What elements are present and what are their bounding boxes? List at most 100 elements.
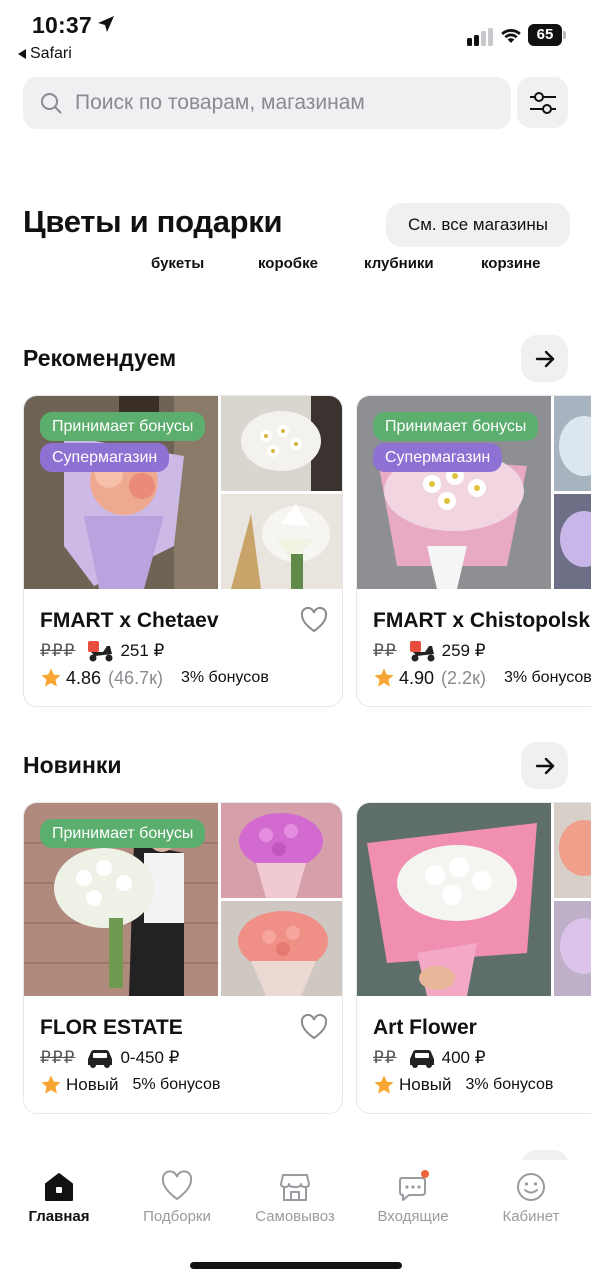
- delivery-price: 259 ₽: [441, 641, 486, 660]
- store-card[interactable]: Принимает бонусы Супермагазин FMART x Ch…: [356, 395, 591, 707]
- battery-nub: [563, 31, 566, 39]
- home-icon: [45, 1173, 73, 1201]
- store-card[interactable]: Art Flower ₽₽ 400 ₽ Новый 3% бонусов: [356, 802, 591, 1114]
- section-title-recommended: Рекомендуем: [23, 345, 177, 371]
- chip-bouquets[interactable]: букеты: [151, 255, 204, 272]
- profile-icon: [517, 1173, 545, 1201]
- favorite-heart-icon[interactable]: [300, 607, 328, 633]
- tab-home[interactable]: Главная: [4, 1170, 114, 1225]
- star-icon: [41, 1075, 61, 1094]
- search-placeholder: Поиск по товарам, магазинам: [75, 91, 365, 114]
- store-rating-row: Новый 5% бонусов: [40, 1073, 220, 1097]
- tab-account[interactable]: Кабинет: [476, 1170, 586, 1225]
- recommended-see-all-button[interactable]: [521, 335, 568, 382]
- chip-strawberries[interactable]: клубники: [364, 255, 434, 272]
- store-rating-row: 4.86 (46.7к) 3% бонусов: [40, 666, 269, 690]
- store-rating-row: 4.90 (2.2к) 3% бонусов: [373, 666, 591, 690]
- tab-collections[interactable]: Подборки: [122, 1170, 232, 1225]
- search-icon: [41, 93, 62, 114]
- rating-value: 4.90: [399, 667, 435, 688]
- price-level: ₽₽: [373, 641, 397, 660]
- wifi-icon: [501, 28, 521, 43]
- arrow-right-icon: [535, 350, 554, 367]
- bonus-percent: 3% бонусов: [503, 669, 591, 686]
- store-photo-side: [554, 494, 591, 589]
- rating-count: (2.2к): [441, 667, 486, 688]
- bonus-percent: 5% бонусов: [132, 1076, 221, 1093]
- delivery-price: 251 ₽: [120, 641, 165, 660]
- price-level: ₽₽: [373, 1048, 397, 1067]
- page-title: Цветы и подарки: [23, 204, 283, 239]
- price-level: ₽₽₽: [40, 641, 76, 660]
- supermarket-badge: Супермагазин: [373, 443, 503, 472]
- car-icon: [409, 1050, 434, 1068]
- store-name: FMART x Chetaev: [40, 609, 219, 632]
- section-title-new: Новинки: [23, 752, 122, 778]
- status-bar: 10:37 Safari 65: [0, 0, 591, 68]
- store-photo-side: [221, 396, 342, 491]
- store-name: Art Flower: [373, 1016, 477, 1039]
- store-name: FLOR ESTATE: [40, 1016, 183, 1039]
- cellular-signal-icon: [467, 28, 493, 46]
- store-photo-side: [554, 901, 591, 996]
- status-time: 10:37: [32, 12, 92, 38]
- tab-pickup[interactable]: Самовывоз: [240, 1170, 350, 1225]
- price-level: ₽₽₽: [40, 1048, 76, 1067]
- store-photo-side: [221, 803, 342, 898]
- courier-scooter-icon: [88, 641, 113, 662]
- store-info-row: ₽₽ 259 ₽: [373, 640, 486, 662]
- new-store-label: Новый: [66, 1075, 119, 1094]
- star-icon: [374, 668, 394, 687]
- favorite-heart-icon[interactable]: [300, 1014, 328, 1040]
- new-store-label: Новый: [399, 1075, 452, 1094]
- tab-inbox-label: Входящие: [377, 1208, 449, 1225]
- store-card[interactable]: Принимает бонусы Супермагазин FMART x Ch…: [23, 395, 343, 707]
- accepts-bonuses-badge: Принимает бонусы: [373, 412, 539, 441]
- store-photo-main: [357, 803, 551, 996]
- accepts-bonuses-badge: Принимает бонусы: [40, 819, 206, 848]
- new-see-all-button[interactable]: [521, 742, 568, 789]
- delivery-price: 0-450 ₽: [120, 1048, 180, 1067]
- star-icon: [374, 1075, 394, 1094]
- tab-home-label: Главная: [28, 1208, 90, 1225]
- rating-value: 4.86: [66, 667, 102, 688]
- chat-icon: [399, 1170, 429, 1201]
- store-info-row: ₽₽₽ 0-450 ₽: [40, 1047, 179, 1069]
- rating-count: (46.7к): [108, 667, 163, 688]
- chip-basket[interactable]: корзине: [481, 255, 541, 272]
- see-all-stores-button[interactable]: См. все магазины: [386, 203, 570, 247]
- chip-box[interactable]: коробке: [258, 255, 318, 272]
- notification-dot: [421, 1170, 429, 1178]
- courier-scooter-icon: [409, 641, 435, 662]
- bonus-percent: 3% бонусов: [180, 669, 269, 686]
- store-info-row: ₽₽ 400 ₽: [373, 1047, 486, 1069]
- store-photo-side: [554, 396, 591, 491]
- tab-collections-label: Подборки: [143, 1208, 211, 1225]
- back-triangle-icon: [18, 49, 26, 59]
- bonus-percent: 3% бонусов: [465, 1076, 554, 1093]
- supermarket-badge: Супермагазин: [40, 443, 170, 472]
- star-icon: [41, 668, 61, 687]
- category-chips: букеты коробке клубники корзине: [0, 255, 591, 275]
- delivery-price: 400 ₽: [441, 1048, 486, 1067]
- home-indicator: [190, 1262, 402, 1269]
- battery-icon: 65: [528, 24, 566, 46]
- search-input[interactable]: Поиск по товарам, магазинам: [23, 77, 511, 129]
- tab-inbox[interactable]: Входящие: [358, 1170, 468, 1225]
- store-photo-side: [221, 901, 342, 996]
- location-arrow-icon: [98, 16, 114, 32]
- store-photo-side: [554, 803, 591, 898]
- store-name: FMART x Chistopolsk...: [373, 609, 591, 632]
- car-icon: [88, 1050, 113, 1068]
- store-rating-row: Новый 3% бонусов: [373, 1073, 553, 1097]
- arrow-right-icon: [535, 757, 554, 774]
- heart-icon: [161, 1170, 193, 1201]
- back-app-label: Safari: [30, 45, 72, 62]
- store-card[interactable]: Принимает бонусы FLOR ESTATE ₽₽₽ 0-450 ₽…: [23, 802, 343, 1114]
- store-info-row: ₽₽₽ 251 ₽: [40, 640, 164, 662]
- battery-level: 65: [528, 24, 562, 46]
- back-to-safari-link[interactable]: Safari: [18, 45, 72, 63]
- filter-sliders-icon: [529, 91, 556, 114]
- filter-button[interactable]: [517, 77, 568, 128]
- store-icon: [280, 1174, 310, 1201]
